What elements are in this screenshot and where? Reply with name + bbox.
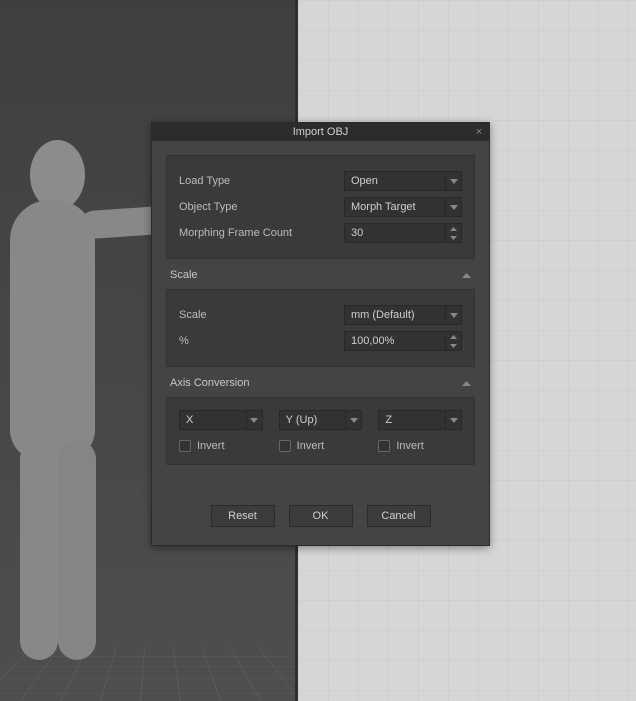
scale-percent-value: 100,00% xyxy=(351,335,394,347)
chevron-down-icon xyxy=(445,306,461,324)
invert-label: Invert xyxy=(197,440,225,452)
scale-unit-select[interactable]: mm (Default) xyxy=(344,305,462,325)
panel-scale: Scale mm (Default) % 100,00% xyxy=(166,289,475,367)
reset-button[interactable]: Reset xyxy=(211,505,275,527)
invert-x-checkbox[interactable]: Invert xyxy=(179,440,263,452)
chevron-down-icon xyxy=(345,411,361,429)
morph-frames-value: 30 xyxy=(351,227,363,239)
axis-y-select[interactable]: Y (Up) xyxy=(279,410,363,430)
dialog-button-row: Reset OK Cancel xyxy=(166,505,475,527)
checkbox-icon xyxy=(279,440,291,452)
panel-axis: X Y (Up) Z xyxy=(166,397,475,465)
axis-x-value: X xyxy=(186,414,193,426)
object-type-select[interactable]: Morph Target xyxy=(344,197,462,217)
chevron-up-icon xyxy=(462,269,471,281)
scale-percent-label: % xyxy=(179,335,344,347)
checkbox-icon xyxy=(179,440,191,452)
scale-header-label: Scale xyxy=(170,269,198,281)
chevron-down-icon xyxy=(246,411,262,429)
load-type-select[interactable]: Open xyxy=(344,171,462,191)
scale-percent-input[interactable]: 100,00% xyxy=(344,331,462,351)
load-type-label: Load Type xyxy=(179,175,344,187)
axis-x-select[interactable]: X xyxy=(179,410,263,430)
chevron-up-icon xyxy=(462,377,471,389)
panel-general: Load Type Open Object Type Morph Target xyxy=(166,155,475,259)
close-icon[interactable]: × xyxy=(472,125,486,139)
axis-y-value: Y (Up) xyxy=(286,414,318,426)
spinner-buttons[interactable] xyxy=(445,332,461,350)
import-obj-dialog: Import OBJ × Load Type Open Object Type … xyxy=(151,122,490,546)
scale-unit-value: mm (Default) xyxy=(351,309,415,321)
object-type-value: Morph Target xyxy=(351,201,416,213)
load-type-value: Open xyxy=(351,175,378,187)
object-type-label: Object Type xyxy=(179,201,344,213)
axis-section-header[interactable]: Axis Conversion xyxy=(166,367,475,397)
invert-label: Invert xyxy=(297,440,325,452)
axis-header-label: Axis Conversion xyxy=(170,377,249,389)
checkbox-icon xyxy=(378,440,390,452)
axis-z-value: Z xyxy=(385,414,392,426)
axis-z-select[interactable]: Z xyxy=(378,410,462,430)
chevron-down-icon xyxy=(445,411,461,429)
morph-frames-label: Morphing Frame Count xyxy=(179,227,344,239)
chevron-down-icon xyxy=(445,172,461,190)
dialog-title: Import OBJ xyxy=(293,126,349,138)
chevron-down-icon xyxy=(445,198,461,216)
invert-z-checkbox[interactable]: Invert xyxy=(378,440,462,452)
invert-label: Invert xyxy=(396,440,424,452)
invert-y-checkbox[interactable]: Invert xyxy=(279,440,363,452)
ok-button[interactable]: OK xyxy=(289,505,353,527)
scale-section-header[interactable]: Scale xyxy=(166,259,475,289)
scale-unit-label: Scale xyxy=(179,309,344,321)
spinner-buttons[interactable] xyxy=(445,224,461,242)
cancel-button[interactable]: Cancel xyxy=(367,505,431,527)
dialog-titlebar[interactable]: Import OBJ × xyxy=(152,123,489,141)
morph-frames-input[interactable]: 30 xyxy=(344,223,462,243)
